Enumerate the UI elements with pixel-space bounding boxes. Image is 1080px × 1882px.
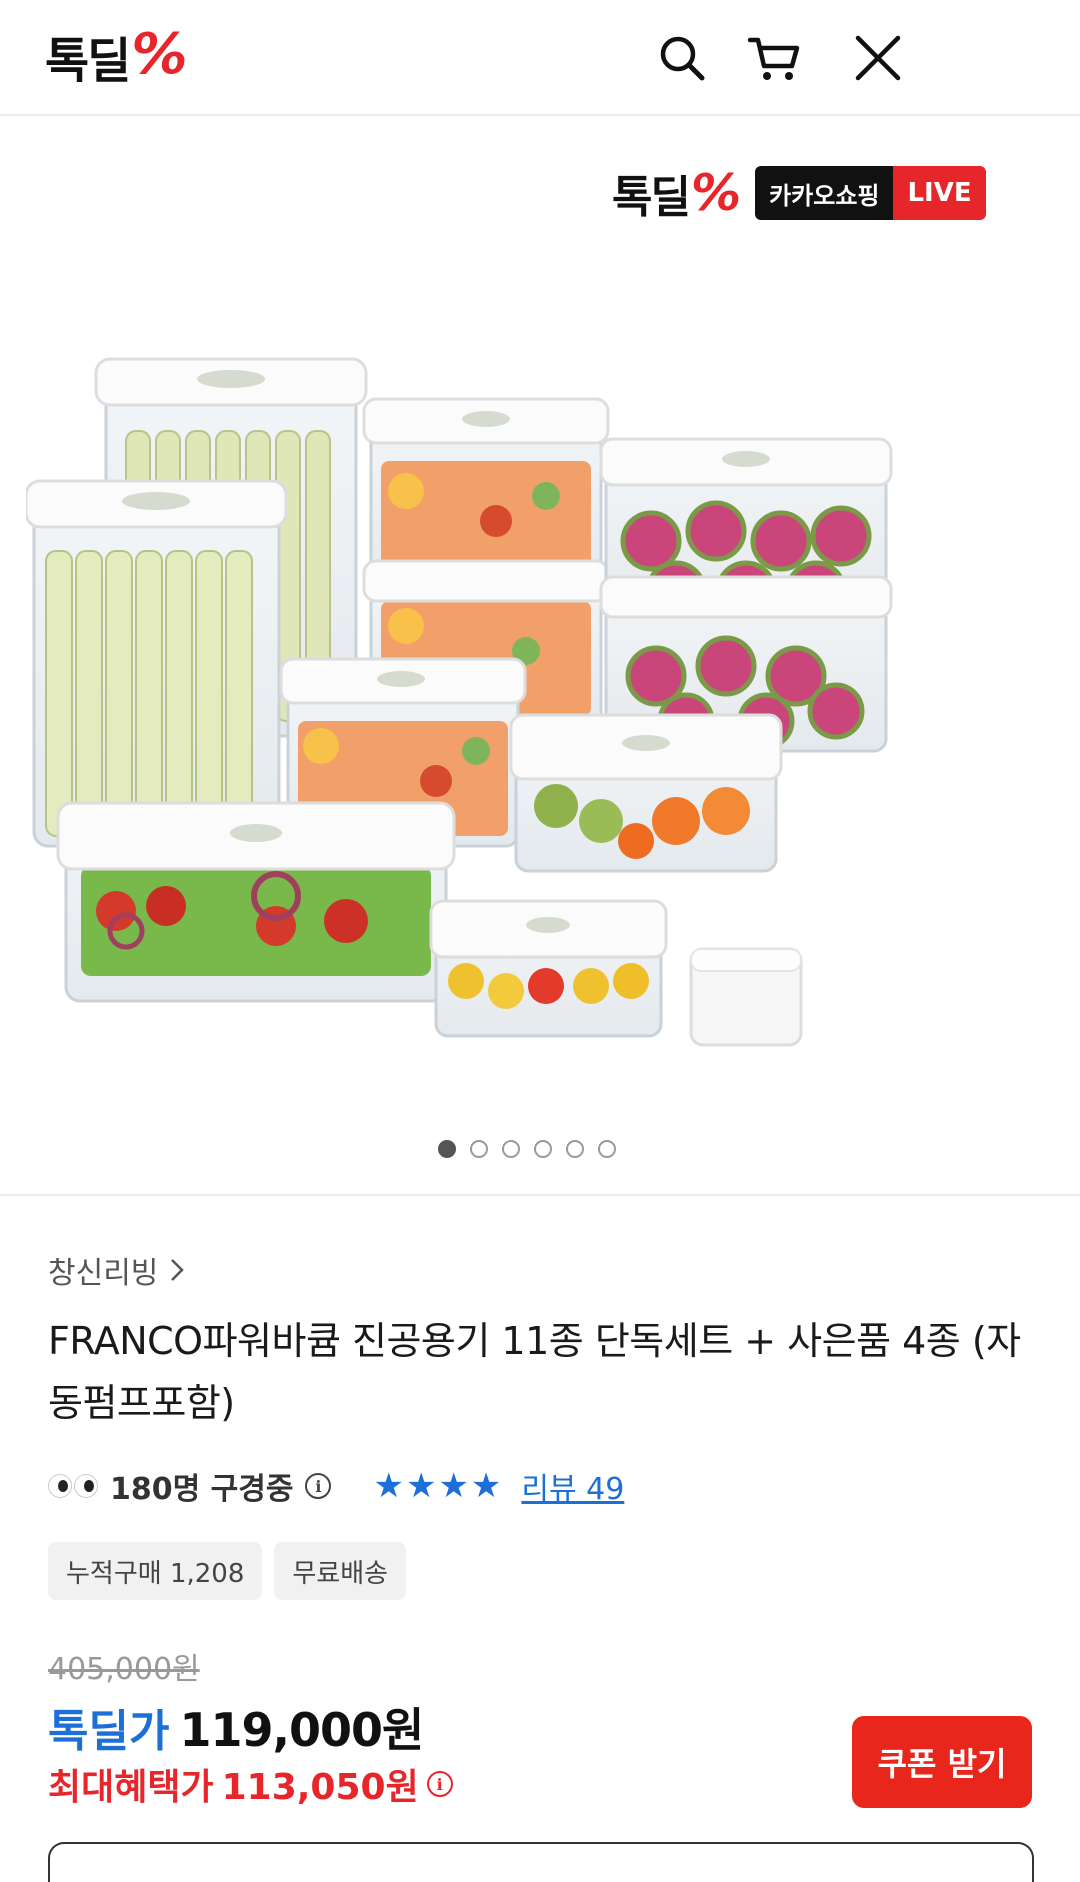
logo-text: 톡딜 bbox=[45, 33, 131, 89]
kakao-live-chip: 카카오쇼핑 LIVE bbox=[755, 166, 986, 220]
original-price: 405,000원 bbox=[48, 1652, 200, 1687]
brand-badge: 톡딜% 카카오쇼핑 LIVE bbox=[612, 161, 986, 225]
close-icon[interactable] bbox=[848, 28, 908, 88]
product-photo bbox=[26, 357, 893, 1047]
pagination-dot-2[interactable] bbox=[470, 1140, 488, 1158]
star-icon: ★ bbox=[373, 1466, 404, 1506]
pagination-dot-5[interactable] bbox=[566, 1140, 584, 1158]
eyes-icon bbox=[48, 1474, 98, 1498]
container-tall-front bbox=[26, 479, 288, 848]
free-shipping-chip: 무료배송 bbox=[274, 1542, 407, 1600]
live-label: LIVE bbox=[893, 166, 986, 220]
max-benefit-label: 최대혜택가 bbox=[48, 1767, 214, 1808]
kakao-shopping-label: 카카오쇼핑 bbox=[755, 166, 894, 220]
gallery-logo-percent-mark: % bbox=[690, 164, 741, 222]
top-header: 톡딜% bbox=[0, 0, 1080, 116]
logo-percent-mark: % bbox=[131, 21, 187, 87]
product-meta-row: 180명 구경중 i ★ ★ ★ ★ 리뷰 49 bbox=[48, 1464, 624, 1508]
product-badges: 누적구매 1,208 무료배송 bbox=[48, 1542, 407, 1600]
chevron-right-icon bbox=[171, 1259, 185, 1281]
coupon-button[interactable]: 쿠폰 받기 bbox=[852, 1716, 1032, 1808]
tokdeal-logo[interactable]: 톡딜% bbox=[45, 22, 187, 90]
star-icon: ★ bbox=[438, 1466, 469, 1506]
container-vegetables bbox=[509, 713, 783, 873]
viewer-count: 180명 구경중 bbox=[110, 1472, 294, 1507]
product-title: FRANCO파워바큠 진공용기 11종 단독세트 + 사은품 4종 (자동펌프포… bbox=[48, 1319, 1021, 1425]
pagination-dot-6[interactable] bbox=[598, 1140, 616, 1158]
deal-price: 119,000원 bbox=[179, 1703, 424, 1757]
max-benefit-row: 최대혜택가 113,050원 i bbox=[48, 1758, 453, 1810]
gallery-pagination bbox=[438, 1140, 616, 1158]
live-tail-shape bbox=[961, 218, 976, 220]
next-section-edge bbox=[48, 1842, 1034, 1882]
gallery-tokdeal-logo: 톡딜% bbox=[612, 161, 741, 225]
container-salad bbox=[56, 801, 456, 1003]
section-divider bbox=[0, 1194, 1080, 1196]
pagination-dot-3[interactable] bbox=[502, 1140, 520, 1158]
star-icon: ★ bbox=[405, 1466, 437, 1506]
gallery-logo-text: 톡딜 bbox=[612, 172, 691, 223]
pagination-dot-4[interactable] bbox=[534, 1140, 552, 1158]
eye-right bbox=[74, 1474, 98, 1498]
vacuum-pump bbox=[689, 947, 803, 1047]
product-image-gallery[interactable]: 톡딜% 카카오쇼핑 LIVE bbox=[0, 116, 1080, 1194]
review-link[interactable]: 리뷰 49 bbox=[521, 1464, 624, 1508]
deal-price-label: 톡딜가 bbox=[48, 1706, 170, 1757]
star-icon: ★ bbox=[470, 1466, 502, 1506]
seller-name: 창신리빙 bbox=[48, 1256, 159, 1291]
rating-stars: ★ ★ ★ ★ bbox=[373, 1469, 501, 1503]
seller-link[interactable]: 창신리빙 bbox=[48, 1248, 186, 1292]
container-tomatoes bbox=[429, 899, 668, 1038]
cumulative-purchase-chip: 누적구매 1,208 bbox=[48, 1542, 263, 1600]
max-benefit-price: 113,050원 bbox=[221, 1767, 419, 1808]
deal-price-row: 톡딜가 119,000원 bbox=[48, 1694, 424, 1760]
pagination-dot-1[interactable] bbox=[438, 1140, 456, 1158]
cart-icon[interactable] bbox=[744, 28, 804, 88]
eye-left bbox=[48, 1474, 72, 1498]
info-icon[interactable]: i bbox=[305, 1473, 332, 1499]
search-icon[interactable] bbox=[652, 28, 712, 88]
max-benefit-info-icon[interactable]: i bbox=[426, 1771, 453, 1797]
